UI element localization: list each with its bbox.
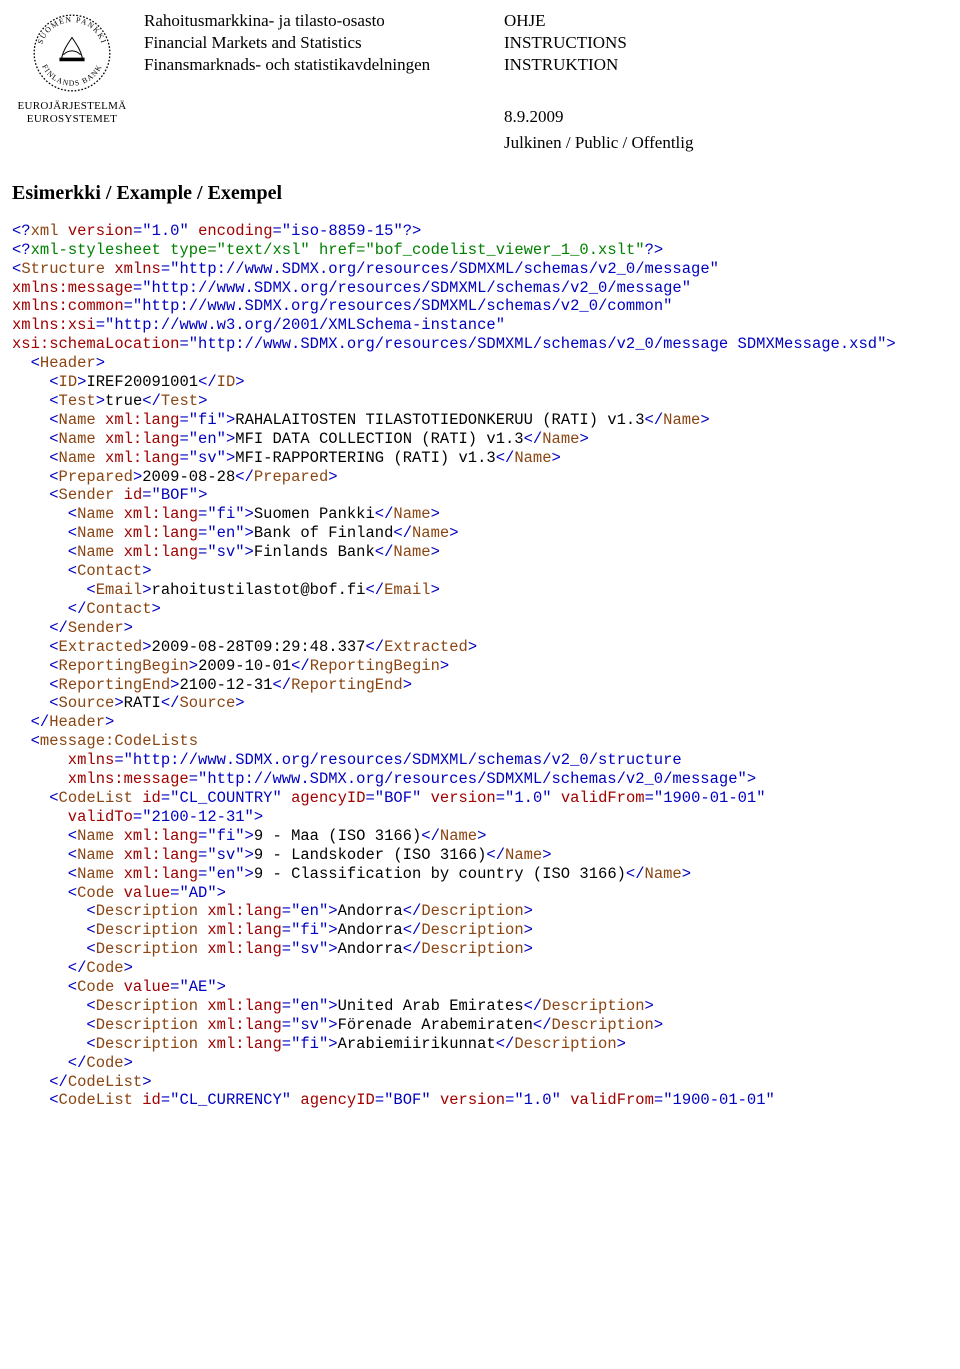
sender-id: BOF — [161, 486, 189, 504]
doc-type-fi: OHJE — [504, 10, 948, 32]
stylesheet-type: text/xsl — [226, 241, 300, 259]
ae-desc-en: United Arab Emirates — [338, 997, 524, 1015]
document-header: SUOMEN PANKKI FINLANDS BANK EUROJÄRJESTE… — [12, 10, 948, 157]
sender-en: Bank of Finland — [254, 524, 394, 542]
visibility-label: Julkinen / Public / Offentlig — [504, 132, 948, 153]
cl-name-sv: 9 - Landskoder (ISO 3166) — [254, 846, 487, 864]
ad-desc-fi: Andorra — [338, 921, 403, 939]
cl-name-en: 9 - Classification by country (ISO 3166) — [254, 865, 626, 883]
ad-desc-sv: Andorra — [338, 940, 403, 958]
source: RATI — [124, 694, 161, 712]
ns-default: http://www.SDMX.org/resources/SDMXML/sch… — [179, 260, 709, 278]
cl-currency-agency: BOF — [393, 1091, 421, 1109]
cl-country-from: 1900-01-01 — [663, 789, 756, 807]
logo-block: SUOMEN PANKKI FINLANDS BANK EUROJÄRJESTE… — [12, 10, 132, 125]
ns-message: http://www.SDMX.org/resources/SDMXML/sch… — [152, 279, 682, 297]
document-date: 8.9.2009 — [504, 106, 948, 127]
sender-sv: Finlands Bank — [254, 543, 375, 561]
xml-version: 1.0 — [152, 222, 180, 240]
doc-type-sv: INSTRUKTION — [504, 54, 948, 76]
name-fi: RAHALAITOSTEN TILASTOTIEDONKERUU (RATI) … — [235, 411, 644, 429]
header-id: IREF20091001 — [86, 373, 198, 391]
extracted: 2009-08-28T09:29:48.337 — [152, 638, 366, 656]
ns-struct: http://www.SDMX.org/resources/SDMXML/sch… — [133, 751, 682, 769]
logo-subtitle-1: EUROJÄRJESTELMÄ — [17, 100, 126, 113]
ad-desc-en: Andorra — [338, 902, 403, 920]
name-en: MFI DATA COLLECTION (RATI) v1.3 — [235, 430, 523, 448]
contact-email: rahoitustilastot@bof.fi — [152, 581, 366, 599]
ae-desc-sv: Förenade Arabemiraten — [338, 1016, 533, 1034]
name-sv: MFI-RAPPORTERING (RATI) v1.3 — [235, 449, 495, 467]
cl-country-agency: BOF — [384, 789, 412, 807]
header-right-col: OHJE INSTRUCTIONS INSTRUKTION 8.9.2009 J… — [504, 10, 948, 157]
reporting-begin: 2009-10-01 — [198, 657, 291, 675]
schema-location: http://www.SDMX.org/resources/SDMXML/sch… — [198, 335, 877, 353]
doc-type-en: INSTRUCTIONS — [504, 32, 948, 54]
header-left-col: Rahoitusmarkkina- ja tilasto-osasto Fina… — [144, 10, 494, 157]
code-ae-value: AE — [189, 978, 208, 996]
ns-xsi: http://www.w3.org/2001/XMLSchema-instanc… — [114, 316, 495, 334]
xml-code-block: <?xml version="1.0" encoding="iso-8859-1… — [12, 222, 948, 1111]
reporting-end: 2100-12-31 — [179, 676, 272, 694]
stylesheet-href: bof_codelist_viewer_1_0.xslt — [375, 241, 635, 259]
xml-encoding: iso-8859-15 — [291, 222, 393, 240]
code-ad-value: AD — [189, 884, 208, 902]
ns-message2: http://www.SDMX.org/resources/SDMXML/sch… — [207, 770, 737, 788]
header-test: true — [105, 392, 142, 410]
header-text-block: Rahoitusmarkkina- ja tilasto-osasto Fina… — [144, 10, 948, 157]
svg-text:SUOMEN PANKKI: SUOMEN PANKKI — [36, 15, 109, 45]
cl-country-version: 1.0 — [514, 789, 542, 807]
prepared: 2009-08-28 — [142, 468, 235, 486]
ns-common: http://www.SDMX.org/resources/SDMXML/sch… — [142, 297, 663, 315]
cl-currency-version: 1.0 — [524, 1091, 552, 1109]
cl-country-id: CL_COUNTRY — [179, 789, 272, 807]
dept-en: Financial Markets and Statistics — [144, 32, 494, 54]
cl-name-fi: 9 - Maa (ISO 3166) — [254, 827, 421, 845]
sender-fi: Suomen Pankki — [254, 505, 375, 523]
example-heading: Esimerkki / Example / Exempel — [12, 181, 948, 206]
dept-fi: Rahoitusmarkkina- ja tilasto-osasto — [144, 10, 494, 32]
logo-subtitle-2: EUROSYSTEMET — [27, 113, 117, 126]
cl-country-to: 2100-12-31 — [152, 808, 245, 826]
dept-sv: Finansmarknads- och statistikavdelningen — [144, 54, 494, 76]
bank-logo: SUOMEN PANKKI FINLANDS BANK — [29, 10, 115, 96]
ae-desc-fi: Arabiemiirikunnat — [338, 1035, 496, 1053]
cl-currency-id: CL_CURRENCY — [179, 1091, 281, 1109]
cl-currency-from: 1900-01-01 — [673, 1091, 766, 1109]
